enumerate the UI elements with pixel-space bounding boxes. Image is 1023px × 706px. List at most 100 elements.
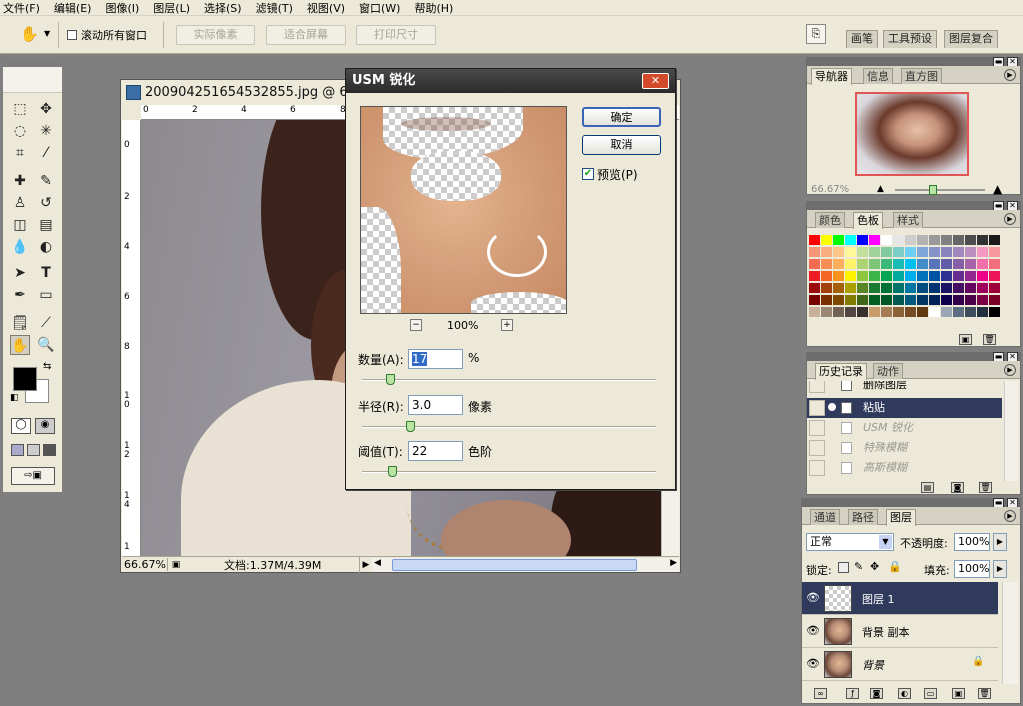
layers-scrollbar[interactable]: [1002, 582, 1018, 684]
type-tool-icon[interactable]: T: [36, 263, 56, 283]
color-swatch[interactable]: [857, 307, 868, 317]
healing-brush-tool-icon[interactable]: ✚: [10, 171, 30, 191]
color-swatch[interactable]: [905, 271, 916, 281]
amount-input[interactable]: 17: [408, 349, 463, 369]
eye-icon[interactable]: 👁: [805, 657, 821, 671]
color-swatch[interactable]: [821, 259, 832, 269]
color-swatch[interactable]: [869, 235, 880, 245]
clone-stamp-tool-icon[interactable]: ♙: [10, 193, 30, 213]
color-swatch[interactable]: [977, 307, 988, 317]
menu-help[interactable]: 帮助(H): [414, 0, 453, 16]
blur-tool-icon[interactable]: 💧: [10, 237, 30, 257]
menu-edit[interactable]: 编辑(E): [54, 0, 92, 16]
tab-paths[interactable]: 路径: [848, 509, 878, 525]
color-swatch[interactable]: [917, 235, 928, 245]
eye-icon[interactable]: 👁: [805, 591, 821, 605]
amount-slider-thumb[interactable]: [386, 374, 395, 385]
color-swatch[interactable]: [917, 283, 928, 293]
layer-style-icon[interactable]: ƒ: [846, 688, 859, 699]
crop-tool-icon[interactable]: ⌗: [10, 143, 30, 163]
status-menu-arrow-icon[interactable]: ▶: [360, 560, 372, 570]
scroll-right-icon[interactable]: ▶: [670, 558, 677, 568]
color-swatch[interactable]: [857, 259, 868, 269]
color-swatch[interactable]: [881, 235, 892, 245]
scroll-left-icon[interactable]: ◀: [374, 558, 381, 568]
menu-file[interactable]: 文件(F): [3, 0, 40, 16]
fill-arrow-icon[interactable]: ▶: [993, 560, 1007, 578]
color-swatch[interactable]: [833, 283, 844, 293]
new-swatch-icon[interactable]: ▣: [959, 334, 972, 345]
tab-history[interactable]: 历史记录: [815, 363, 867, 380]
color-swatch[interactable]: [941, 247, 952, 257]
history-snapshot-box[interactable]: [809, 420, 825, 436]
color-swatch[interactable]: [845, 235, 856, 245]
history-item[interactable]: 粘贴: [807, 398, 1002, 418]
history-brush-tool-icon[interactable]: ↺: [36, 193, 56, 213]
file-browser-icon[interactable]: ⎘: [806, 24, 826, 44]
threshold-slider[interactable]: [362, 466, 656, 477]
eyedropper-tool-icon[interactable]: ⟋: [36, 313, 56, 333]
navigator-thumbnail[interactable]: [855, 92, 969, 176]
color-swatch[interactable]: [941, 283, 952, 293]
navigator-zoom-thumb[interactable]: [929, 185, 937, 195]
color-swatch[interactable]: [989, 247, 1000, 257]
color-swatch[interactable]: [845, 295, 856, 305]
zoom-in-button[interactable]: +: [501, 319, 513, 331]
ok-button[interactable]: 确定: [582, 107, 661, 127]
tab-layer-comps[interactable]: 图层复合: [944, 30, 998, 48]
color-swatch[interactable]: [869, 259, 880, 269]
color-swatch[interactable]: [809, 247, 820, 257]
color-swatch[interactable]: [821, 283, 832, 293]
color-swatch[interactable]: [989, 235, 1000, 245]
color-swatch[interactable]: [953, 283, 964, 293]
eraser-tool-icon[interactable]: ◫: [10, 215, 30, 235]
color-swatch[interactable]: [845, 247, 856, 257]
navigator-zoom-slider[interactable]: [895, 185, 985, 195]
notes-tool-icon[interactable]: 🗒: [10, 313, 30, 333]
radius-slider-thumb[interactable]: [406, 421, 415, 432]
path-selection-tool-icon[interactable]: ➤: [10, 263, 30, 283]
cancel-button[interactable]: 取消: [582, 135, 661, 155]
color-swatch[interactable]: [929, 259, 940, 269]
color-swatch[interactable]: [977, 235, 988, 245]
color-swatch[interactable]: [977, 295, 988, 305]
screen-mode-standard-icon[interactable]: [11, 444, 24, 456]
color-swatch[interactable]: [881, 283, 892, 293]
color-swatch[interactable]: [893, 247, 904, 257]
color-swatch[interactable]: [893, 283, 904, 293]
color-swatch[interactable]: [905, 259, 916, 269]
brush-tool-icon[interactable]: ✎: [36, 171, 56, 191]
color-swatch[interactable]: [833, 307, 844, 317]
print-size-button[interactable]: 打印尺寸: [356, 25, 436, 45]
color-swatch[interactable]: [893, 295, 904, 305]
panel-titlebar[interactable]: ▬ ✕: [802, 498, 1020, 508]
history-item[interactable]: 删除图层: [807, 381, 1002, 395]
color-swatch[interactable]: [869, 307, 880, 317]
blend-mode-select[interactable]: 正常 ▼: [806, 533, 894, 551]
color-swatch[interactable]: [869, 295, 880, 305]
color-swatch[interactable]: [893, 271, 904, 281]
color-swatch[interactable]: [881, 259, 892, 269]
marquee-tool-icon[interactable]: ⬚: [10, 99, 30, 119]
shape-tool-icon[interactable]: ▭: [36, 285, 56, 305]
color-swatch[interactable]: [845, 271, 856, 281]
color-swatch[interactable]: [989, 259, 1000, 269]
new-layer-icon[interactable]: ▣: [952, 688, 965, 699]
new-group-icon[interactable]: ▭: [924, 688, 937, 699]
zoom-out-button[interactable]: −: [410, 319, 422, 331]
status-info-icon[interactable]: ▣: [168, 560, 184, 570]
color-swatch[interactable]: [965, 307, 976, 317]
tab-navigator[interactable]: 导航器: [811, 68, 852, 85]
preview-checkbox[interactable]: ✔: [582, 168, 594, 180]
tab-channels[interactable]: 通道: [810, 509, 840, 525]
color-swatch[interactable]: [917, 295, 928, 305]
color-swatch[interactable]: [881, 271, 892, 281]
history-item[interactable]: USM 锐化: [807, 418, 1002, 438]
color-swatch[interactable]: [893, 259, 904, 269]
tab-swatches[interactable]: 色板: [853, 212, 883, 229]
color-swatch[interactable]: [845, 307, 856, 317]
color-swatch[interactable]: [989, 283, 1000, 293]
history-snapshot-box[interactable]: [809, 460, 825, 476]
color-swatch[interactable]: [857, 271, 868, 281]
color-swatch[interactable]: [965, 259, 976, 269]
